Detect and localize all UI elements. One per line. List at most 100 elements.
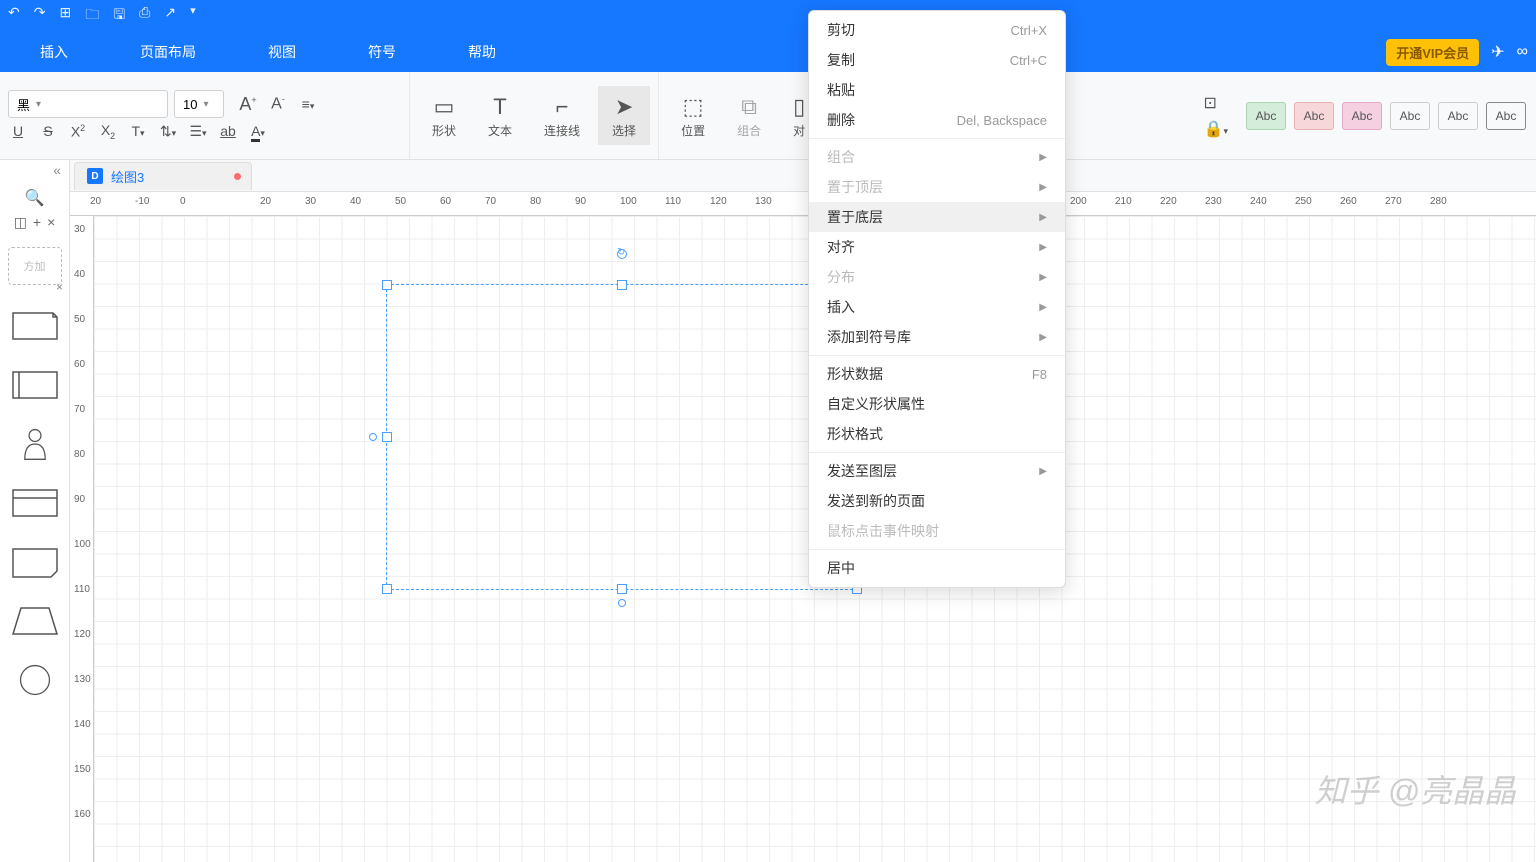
swatch-white-2[interactable]: Abc: [1438, 102, 1478, 130]
ribbon-toolbar: 黑▾ 10▾ A+ A- ≡▾ U S X2 X2 T▾ ⇅▾ ☰▾ ab A▾…: [0, 72, 1536, 160]
ctx-delete[interactable]: 删除Del, Backspace: [809, 105, 1065, 135]
text-format-icon[interactable]: T▾: [128, 123, 148, 139]
font-size-select[interactable]: 10▾: [174, 90, 224, 118]
ruler-horizontal: 20-1002030405060708090100110120130200210…: [70, 192, 1536, 216]
ctx-align[interactable]: 对齐▶: [809, 232, 1065, 262]
vip-button[interactable]: 开通VIP会员: [1386, 39, 1479, 66]
shape-trapezoid[interactable]: [11, 604, 59, 643]
panel-close-icon[interactable]: ×: [47, 214, 55, 231]
menu-insert[interactable]: 插入: [40, 42, 68, 62]
document-tabs: D 绘图3: [70, 160, 1536, 192]
ctx-paste[interactable]: 粘贴: [809, 75, 1065, 105]
panel-tab-icon[interactable]: ◫: [14, 214, 27, 231]
tool-select[interactable]: ➤选择: [598, 86, 650, 145]
ctx-custom-shape[interactable]: 自定义形状属性: [809, 389, 1065, 419]
open-icon[interactable]: 🗀: [85, 4, 99, 28]
ctx-send-page[interactable]: 发送到新的页面: [809, 486, 1065, 516]
menu-symbol[interactable]: 符号: [368, 42, 396, 62]
decrease-font-icon[interactable]: A-: [268, 94, 288, 113]
list-icon[interactable]: ☰▾: [188, 123, 208, 140]
menu-view[interactable]: 视图: [268, 42, 296, 62]
ruler-vertical: 30405060708090100110120130140150160: [70, 216, 94, 862]
rotate-handle[interactable]: [617, 249, 627, 259]
print-icon[interactable]: ⎙: [139, 4, 150, 28]
text-underline-icon[interactable]: ab: [218, 123, 238, 139]
ctx-copy[interactable]: 复制Ctrl+C: [809, 45, 1065, 75]
increase-font-icon[interactable]: A+: [238, 94, 258, 115]
superscript-icon[interactable]: X2: [68, 123, 88, 140]
connection-point-left[interactable]: [369, 433, 377, 441]
doc-tab[interactable]: D 绘图3: [74, 162, 252, 190]
ctx-center[interactable]: 居中: [809, 553, 1065, 583]
subscript-icon[interactable]: X2: [98, 122, 118, 141]
more-icon[interactable]: ▾: [190, 4, 196, 28]
ctx-shape-format[interactable]: 形状格式: [809, 419, 1065, 449]
redo-icon[interactable]: ↷: [34, 4, 46, 28]
style-swatches: Abc Abc Abc Abc Abc Abc: [1236, 72, 1536, 159]
ctx-shape-data[interactable]: 形状数据F8: [809, 359, 1065, 389]
canvas-area: 20-1002030405060708090100110120130200210…: [70, 192, 1536, 862]
ctx-add-symbol[interactable]: 添加到符号库▶: [809, 322, 1065, 352]
doc-icon: D: [87, 168, 103, 184]
send-icon[interactable]: ✈: [1491, 42, 1504, 62]
resize-handle-ml[interactable]: [382, 432, 392, 442]
ctx-distribute: 分布▶: [809, 262, 1065, 292]
resize-handle-bm[interactable]: [617, 584, 627, 594]
swatch-green[interactable]: Abc: [1246, 102, 1286, 130]
export-icon[interactable]: ↗: [164, 4, 176, 28]
collapse-panel-icon[interactable]: «: [53, 162, 61, 178]
ctx-group: 组合▶: [809, 142, 1065, 172]
save-icon[interactable]: 🖫: [113, 4, 125, 28]
panel-add-icon[interactable]: +: [33, 214, 41, 231]
swatch-white-3[interactable]: Abc: [1486, 102, 1526, 130]
shape-panel: « 🔍 ◫ + × 方加 ×: [0, 160, 70, 862]
ctx-send-layer[interactable]: 发送至图层▶: [809, 456, 1065, 486]
tool-position[interactable]: ⬚位置: [667, 86, 719, 145]
title-bar: ↶ ↷ ⊞ 🗀 🖫 ⎙ ↗ ▾: [0, 0, 1536, 32]
shape-page[interactable]: [11, 545, 59, 584]
selected-rectangle[interactable]: [386, 284, 858, 590]
tool-shape[interactable]: ▭形状: [418, 86, 470, 145]
shape-rect[interactable]: [11, 368, 59, 407]
resize-handle-bl[interactable]: [382, 584, 392, 594]
new-icon[interactable]: ⊞: [59, 4, 71, 28]
ctx-to-back[interactable]: 置于底层▶: [809, 202, 1065, 232]
context-menu: 剪切Ctrl+X 复制Ctrl+C 粘贴 删除Del, Backspace 组合…: [808, 10, 1066, 588]
menu-page-layout[interactable]: 页面布局: [140, 42, 196, 62]
swatch-pink[interactable]: Abc: [1342, 102, 1382, 130]
doc-tab-label: 绘图3: [111, 167, 144, 186]
ctx-click-map: 鼠标点击事件映射: [809, 516, 1065, 546]
shape-circle[interactable]: [11, 663, 59, 702]
tool-connector[interactable]: ⌐连接线: [530, 86, 594, 145]
align-icon[interactable]: ≡▾: [298, 96, 318, 112]
resize-handle-tl[interactable]: [382, 280, 392, 290]
ctx-cut[interactable]: 剪切Ctrl+X: [809, 15, 1065, 45]
panel-close2-icon[interactable]: ×: [56, 280, 63, 294]
menu-bar: 插入 页面布局 视图 符号 帮助 开通VIP会员 ✈ ∞: [0, 32, 1536, 72]
lock-icon[interactable]: 🔒▾: [1204, 119, 1228, 139]
resize-handle-tm[interactable]: [617, 280, 627, 290]
ctx-to-front: 置于顶层▶: [809, 172, 1065, 202]
shape-note[interactable]: [11, 309, 59, 348]
reset-view-icon[interactable]: ⊡: [1204, 93, 1217, 113]
shape-person[interactable]: [11, 427, 59, 466]
underline-icon[interactable]: U: [8, 123, 28, 139]
unsaved-indicator: [234, 173, 241, 180]
infinity-icon[interactable]: ∞: [1517, 43, 1528, 61]
shape-card[interactable]: [11, 486, 59, 525]
menu-help[interactable]: 帮助: [468, 42, 496, 62]
search-icon[interactable]: 🔍: [25, 190, 45, 207]
font-color-icon[interactable]: A▾: [248, 123, 268, 139]
swatch-white-1[interactable]: Abc: [1390, 102, 1430, 130]
tool-group[interactable]: ⧉组合: [723, 86, 775, 145]
connection-point-bottom[interactable]: [618, 599, 626, 607]
tool-text[interactable]: T文本: [474, 86, 526, 145]
ctx-insert[interactable]: 插入▶: [809, 292, 1065, 322]
swatch-red[interactable]: Abc: [1294, 102, 1334, 130]
category-placeholder[interactable]: 方加: [8, 247, 62, 285]
font-name-select[interactable]: 黑▾: [8, 90, 168, 118]
line-spacing-icon[interactable]: ⇅▾: [158, 123, 178, 140]
strikethrough-icon[interactable]: S: [38, 123, 58, 139]
quick-access-toolbar: ↶ ↷ ⊞ 🗀 🖫 ⎙ ↗ ▾: [8, 4, 196, 28]
undo-icon[interactable]: ↶: [8, 4, 20, 28]
